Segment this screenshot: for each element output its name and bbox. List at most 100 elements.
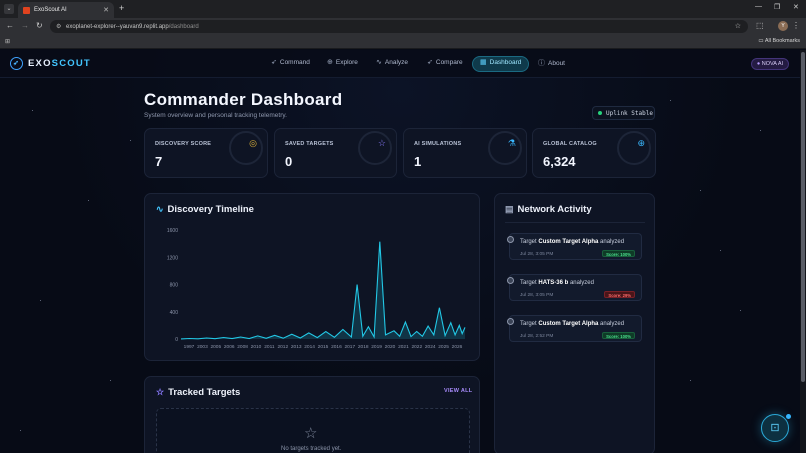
star-icon: ☆ <box>156 387 165 397</box>
stat-card-ai-simulations: AI SIMULATIONS 1 ⚗ <box>403 128 527 178</box>
all-bookmarks-label: All Bookmarks <box>764 38 800 44</box>
new-tab-icon[interactable]: + <box>119 3 124 13</box>
site-info-icon[interactable]: ⚙ <box>56 23 61 30</box>
activity-item[interactable]: Target Custom Target Alpha analyzed Jul … <box>507 233 642 260</box>
globe-icon: ⊕ <box>637 138 645 148</box>
activity-item[interactable]: Target Custom Target Alpha analyzed Jul … <box>507 315 642 342</box>
score-badge: Score: 100% <box>602 332 635 339</box>
rocket-icon: ➶ <box>427 59 433 66</box>
forward-icon[interactable]: → <box>21 21 29 30</box>
nav-dashboard[interactable]: ▦ Dashboard <box>480 58 522 67</box>
notification-dot <box>786 414 791 419</box>
decorative-ring <box>488 131 522 165</box>
activity-text: Target Custom Target Alpha analyzed <box>520 321 624 327</box>
apps-grid-icon[interactable]: ⊞ <box>5 38 10 45</box>
x-tick-label: 2019 <box>371 344 382 350</box>
tab-search-icon[interactable]: ⌄ <box>4 4 14 14</box>
stat-card-saved-targets: SAVED TARGETS 0 ☆ <box>274 128 397 178</box>
activity-target: Custom Target Alpha <box>538 239 599 245</box>
uplink-status-badge: Uplink Stable <box>592 106 655 120</box>
maximize-icon[interactable]: ❐ <box>774 3 780 11</box>
activity-suffix: analyzed <box>600 321 625 327</box>
stat-label: AI SIMULATIONS <box>414 141 462 147</box>
decorative-ring <box>358 131 392 165</box>
target-icon: ◎ <box>249 138 257 148</box>
logo-text-exo: EXO <box>28 58 52 69</box>
extensions-icon[interactable]: ⬚ <box>756 21 764 30</box>
back-icon[interactable]: ← <box>6 21 14 30</box>
flask-icon: ⚗ <box>507 138 516 148</box>
nav-command[interactable]: ➶ Command <box>271 58 310 67</box>
timeline-dot <box>507 236 514 243</box>
favicon-icon <box>23 6 30 14</box>
activity-text: Target HATS-36 b analyzed <box>520 280 594 286</box>
stat-label: DISCOVERY SCORE <box>155 141 212 147</box>
scrollbar-thumb[interactable] <box>801 52 805 382</box>
x-tick-label: 2008 <box>237 344 248 350</box>
nav-about-label: About <box>548 59 565 67</box>
x-tick-label: 2011 <box>264 344 275 350</box>
x-tick-label: 2024 <box>425 344 436 350</box>
y-tick-label: 1600 <box>167 228 178 234</box>
page-scrollbar[interactable] <box>800 50 806 453</box>
nav-analyze[interactable]: ∿ Analyze <box>376 58 408 67</box>
star-icon: ☆ <box>377 138 386 148</box>
y-tick-label: 0 <box>175 337 178 343</box>
activity-title: ▤ Network Activity <box>505 204 592 215</box>
all-bookmarks-link[interactable]: ▭ All Bookmarks <box>758 38 800 44</box>
activity-target: HATS-36 b <box>538 280 569 286</box>
rocket-icon: ➶ <box>271 59 277 66</box>
x-tick-label: 2016 <box>331 344 342 350</box>
nav-compare[interactable]: ➶ Compare <box>427 58 463 67</box>
profile-avatar[interactable]: Y <box>778 21 788 31</box>
network-activity-panel: ▤ Network Activity Target Custom Target A… <box>494 193 655 453</box>
close-window-icon[interactable]: ✕ <box>793 3 799 11</box>
x-tick-label: 2021 <box>398 344 409 350</box>
x-tick-label: 2022 <box>411 344 422 350</box>
globe-icon: ⊕ <box>327 59 333 66</box>
exoscout-logo[interactable]: ➶ EXO SCOUT <box>10 57 91 70</box>
browser-tab-strip: ⌄ ExoScout AI ✕ + — ❐ ✕ <box>0 0 806 18</box>
reload-icon[interactable]: ↻ <box>36 21 43 30</box>
nav-analyze-label: Analyze <box>384 58 408 66</box>
y-tick-label: 800 <box>170 283 179 289</box>
view-all-link[interactable]: VIEW ALL <box>444 388 472 394</box>
x-tick-label: 2025 <box>438 344 449 350</box>
nav-about[interactable]: ⓘ About <box>538 58 565 68</box>
activity-suffix: analyzed <box>600 239 625 245</box>
ai-assistant-button[interactable]: ⊡ <box>761 414 789 442</box>
x-tick-label: 1997 <box>184 344 195 350</box>
stat-value: 6,324 <box>543 154 576 169</box>
browser-tab[interactable]: ExoScout AI ✕ <box>18 2 114 18</box>
robot-icon: ⊡ <box>770 422 780 434</box>
nova-ai-button[interactable]: ● NOVA AI <box>751 58 789 70</box>
x-tick-label: 2013 <box>291 344 302 350</box>
status-dot-icon <box>598 111 602 115</box>
x-tick-label: 2015 <box>318 344 329 350</box>
close-tab-icon[interactable]: ✕ <box>103 6 109 14</box>
address-bar[interactable]: ⚙ exoplanet-explorer--yauvan9.replit.app… <box>50 20 748 33</box>
bookmarks-bar: ⊞ ▭ All Bookmarks <box>0 35 806 49</box>
nav-explore-label: Explore <box>335 58 358 66</box>
list-icon: ▤ <box>505 204 514 214</box>
x-tick-label: 2005 <box>210 344 221 350</box>
activity-item[interactable]: Target HATS-36 b analyzed Jul 28, 3:05 P… <box>507 274 642 301</box>
nav-compare-label: Compare <box>435 58 463 66</box>
nav-explore[interactable]: ⊕ Explore <box>327 58 358 67</box>
stat-label: SAVED TARGETS <box>285 141 334 147</box>
x-tick-label: 2014 <box>304 344 315 350</box>
url-host: exoplanet-explorer--yauvan9.replit.app <box>66 23 169 30</box>
app-viewport: ➶ EXO SCOUT ➶ Command ⊕ Explore ∿ Analyze ➶ C… <box>0 50 800 453</box>
nav-dashboard-label: Dashboard <box>489 58 522 66</box>
activity-time: Jul 28, 3:05 PM <box>520 293 554 298</box>
browser-menu-icon[interactable]: ⋮ <box>792 21 800 30</box>
discovery-timeline-panel: ∿ Discovery Timeline 0 400 800 1200 1600 1997 2… <box>144 193 480 361</box>
rocket-logo-icon: ➶ <box>10 57 23 70</box>
bookmark-star-icon[interactable]: ☆ <box>735 22 741 30</box>
score-badge: Score: 29% <box>604 291 635 298</box>
activity-time: Jul 28, 2:52 PM <box>520 334 554 339</box>
x-tick-label: 2017 <box>344 344 355 350</box>
minimize-icon[interactable]: — <box>755 3 762 10</box>
timeline-dot <box>507 318 514 325</box>
activity-prefix: Target <box>520 280 537 286</box>
